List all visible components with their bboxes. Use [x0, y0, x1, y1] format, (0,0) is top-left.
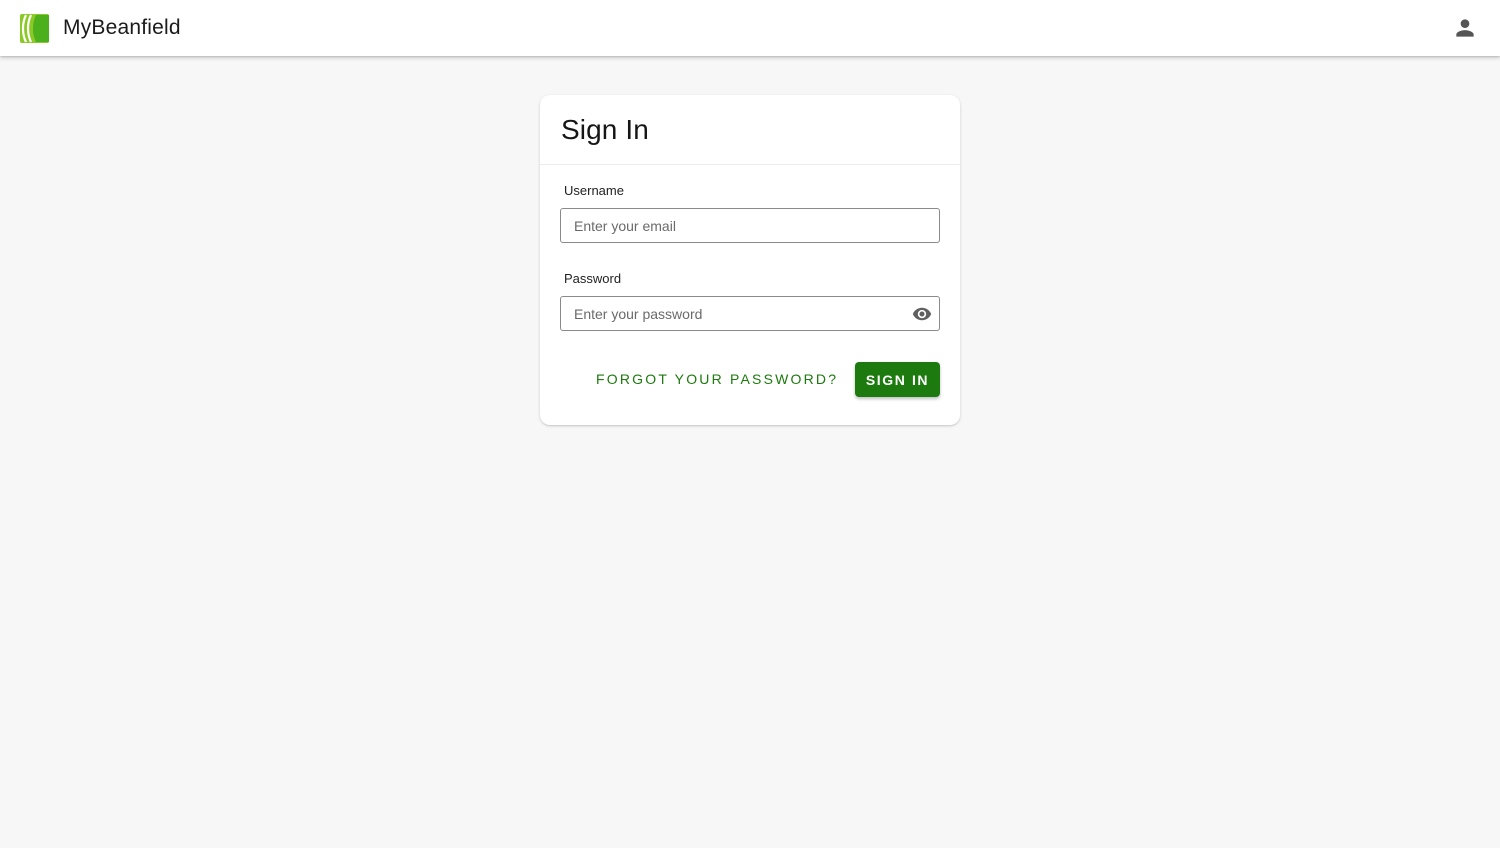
sign-in-card: Sign In Username Password FORGOT YOUR PA… [540, 95, 960, 425]
username-field-wrapper [560, 208, 940, 243]
forgot-password-link[interactable]: FORGOT YOUR PASSWORD? [596, 371, 838, 387]
username-input[interactable] [561, 209, 939, 242]
brand-name: MyBeanfield [63, 16, 181, 39]
person-icon [1456, 19, 1474, 37]
beanfield-logo-icon [20, 13, 49, 43]
sign-in-button[interactable]: SIGN IN [855, 362, 940, 397]
top-app-bar: MyBeanfield [0, 0, 1500, 56]
username-label: Username [564, 183, 624, 198]
show-password-toggle[interactable] [912, 304, 932, 324]
page-title: Sign In [561, 113, 649, 145]
brand[interactable]: MyBeanfield [20, 13, 181, 43]
password-label: Password [564, 271, 622, 286]
password-field-wrapper [560, 296, 940, 331]
password-input[interactable] [561, 297, 939, 330]
account-button[interactable] [1452, 15, 1478, 41]
card-header: Sign In [540, 95, 960, 165]
eye-icon [912, 307, 932, 321]
